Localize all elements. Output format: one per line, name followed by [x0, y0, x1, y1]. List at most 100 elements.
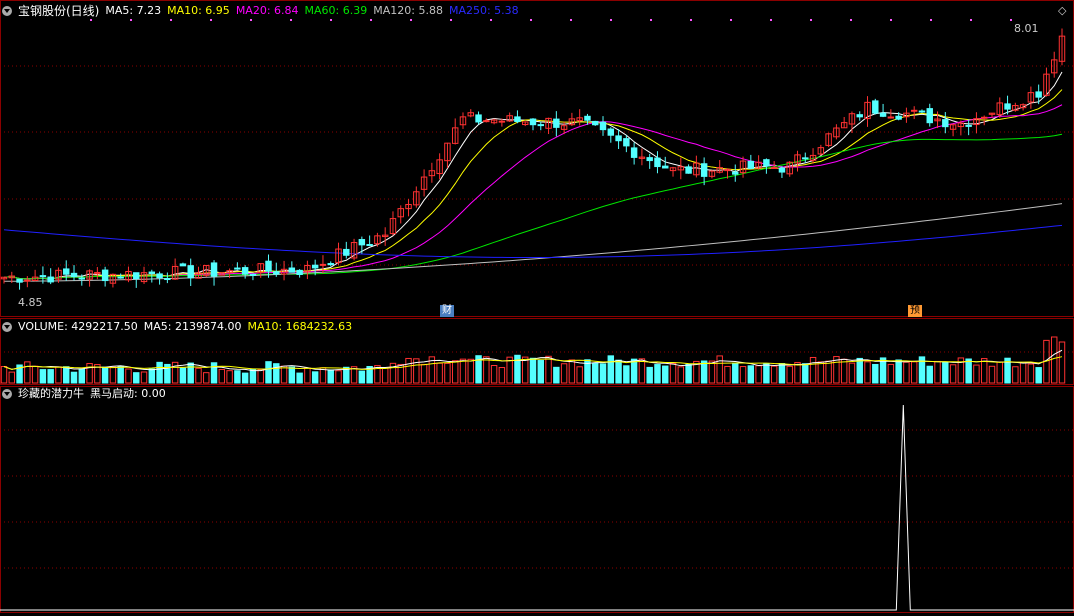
volume-bar	[973, 364, 980, 384]
candle	[918, 110, 926, 113]
ma10-line	[3, 89, 1063, 280]
volume-bar	[607, 355, 615, 384]
candle	[249, 273, 257, 276]
volume-bar	[630, 358, 638, 384]
volume-bar	[840, 358, 848, 384]
volume-bar	[677, 366, 685, 384]
volume-bar	[545, 355, 552, 384]
volume-bar	[794, 361, 801, 384]
volume-bar	[86, 363, 93, 384]
candle	[514, 116, 521, 123]
finance-tag[interactable]: 财	[440, 305, 454, 317]
volume-bar	[381, 367, 389, 384]
candle	[288, 267, 296, 273]
volume-bar	[335, 370, 342, 384]
candle	[599, 121, 607, 131]
volume-bar	[467, 358, 474, 384]
low-price-label: 4.85	[18, 296, 43, 309]
candle	[553, 118, 560, 128]
marker-dot	[1010, 19, 1012, 21]
volume-bar	[459, 358, 467, 384]
volume-bar	[179, 367, 187, 384]
volume-bar	[553, 366, 560, 384]
candle	[879, 112, 887, 117]
candle	[39, 275, 47, 278]
volume-bar	[405, 357, 412, 384]
candle	[483, 120, 490, 123]
ma120-label: MA120: 5.88	[373, 4, 443, 17]
volume-bar	[747, 365, 755, 384]
volume-bar	[926, 365, 933, 384]
volume-bar	[117, 365, 124, 384]
volume-bar	[770, 365, 778, 384]
volume-bar	[910, 361, 918, 384]
volume-bar	[125, 368, 132, 384]
marker-dot	[410, 19, 412, 21]
candle	[327, 263, 334, 266]
candle	[942, 119, 949, 128]
candle	[778, 167, 786, 173]
marker-dot	[610, 19, 612, 21]
panel-menu-icon[interactable]	[2, 322, 12, 332]
volume-bar	[856, 357, 863, 384]
marker-dot	[930, 19, 932, 21]
candle	[47, 276, 54, 283]
volume-bar	[887, 363, 895, 384]
marker-dot	[690, 19, 692, 21]
marker-dot	[130, 19, 132, 21]
volume-bar	[311, 371, 319, 384]
volume-bar	[685, 363, 692, 384]
candle	[156, 273, 163, 279]
corner-diamond-icon[interactable]: ◇	[1058, 4, 1066, 17]
volume-panel-header: VOLUME: 4292217.50 MA5: 2139874.00 MA10:…	[2, 320, 352, 334]
volume-bar	[257, 368, 264, 384]
marker-dot	[210, 19, 212, 21]
volume-bar	[1050, 336, 1058, 384]
volume-bar	[778, 363, 786, 384]
candle	[273, 271, 280, 275]
volume-bar	[1012, 366, 1019, 384]
volume-bar	[1058, 341, 1066, 384]
volume-bar	[817, 361, 825, 384]
candle	[101, 269, 109, 282]
volume-bar	[724, 365, 731, 384]
volume-bar	[31, 365, 39, 384]
volume-bar	[980, 358, 988, 384]
forecast-tag[interactable]: 预	[908, 305, 922, 317]
candle	[584, 115, 591, 121]
volume-bar	[646, 366, 653, 384]
volume-bar	[203, 372, 210, 384]
candle	[358, 239, 366, 246]
candle	[210, 262, 218, 277]
volume-bar	[560, 363, 568, 384]
volume-bar	[662, 365, 669, 384]
volume-bar	[965, 358, 972, 384]
volume-bar	[708, 360, 716, 384]
candle	[529, 118, 537, 126]
volume-bar	[210, 362, 218, 384]
volume-bar	[623, 365, 630, 384]
ma5-label: MA5: 7.23	[105, 4, 162, 17]
volume-bar	[599, 363, 607, 384]
volume-bar	[988, 365, 996, 384]
candle	[164, 278, 171, 281]
candle	[732, 171, 739, 175]
volume-bar	[895, 359, 902, 384]
volume-bar	[638, 358, 646, 384]
volume-bar	[864, 361, 871, 384]
panel-menu-icon[interactable]	[2, 389, 12, 399]
volume-bar	[996, 361, 1003, 384]
indicator-line	[0, 404, 1074, 611]
candle	[662, 165, 669, 169]
volume-bar	[140, 371, 148, 384]
candle	[366, 244, 373, 247]
volume-bar	[1035, 367, 1042, 384]
volume-bar	[615, 359, 622, 384]
volume-bar	[133, 372, 140, 384]
panel-menu-icon[interactable]	[2, 6, 12, 16]
volume-label: VOLUME: 4292217.50	[18, 320, 138, 333]
volume-bar	[444, 362, 451, 384]
volume-bar	[903, 361, 910, 384]
ma5-line	[3, 71, 1063, 280]
candle	[133, 272, 140, 280]
